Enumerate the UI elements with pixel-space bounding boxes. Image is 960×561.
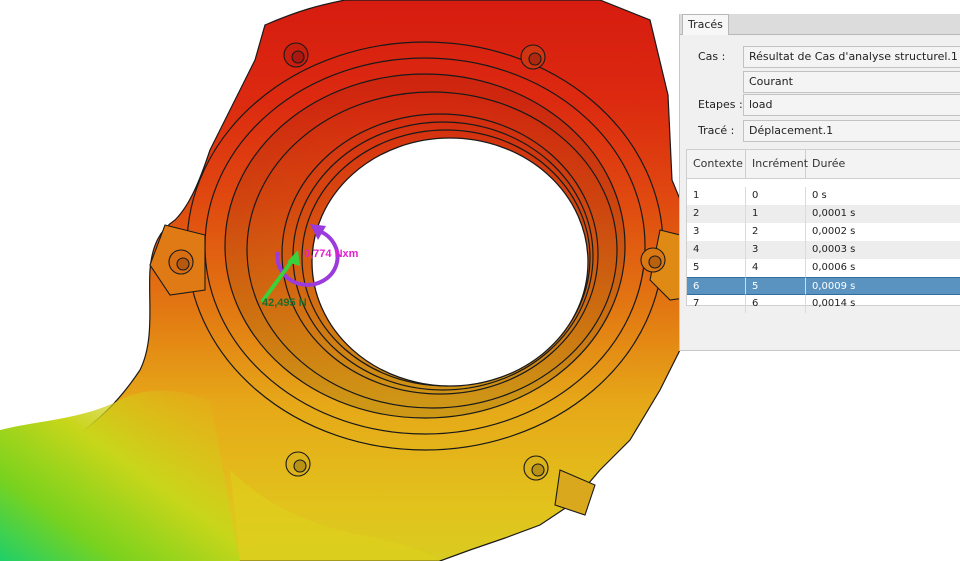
- field-state: Courant: [680, 71, 960, 93]
- table-row[interactable]: 10 0 s: [687, 187, 960, 205]
- table-row[interactable]: 3 2 0,0002 s: [687, 223, 960, 241]
- field-cas-label: Cas :: [698, 50, 726, 63]
- central-bore: [311, 137, 589, 387]
- cell-contexte: 4: [687, 241, 746, 259]
- cell-increment: 4: [746, 259, 806, 277]
- cell-increment: 0: [746, 187, 806, 205]
- cell-increment: 3: [746, 241, 806, 259]
- bolt-hole: [285, 451, 311, 477]
- cell-increment: 2: [746, 223, 806, 241]
- table-row[interactable]: 5 4 0,0006 s: [687, 259, 960, 277]
- cell-contexte: 7: [687, 295, 746, 313]
- bolt-hole: [520, 44, 546, 70]
- cell-contexte: 3: [687, 223, 746, 241]
- cell-increment: 6: [746, 295, 806, 313]
- field-cas: Cas : Résultat de Cas d'analyse structur…: [680, 46, 960, 68]
- cas-select[interactable]: Résultat de Cas d'analyse structurel.1: [743, 46, 960, 68]
- table-row[interactable]: 2 1 0,0001 s: [687, 205, 960, 223]
- state-select[interactable]: Courant: [743, 71, 960, 93]
- cell-duree: 0,0002 s: [812, 226, 856, 237]
- column-header-contexte[interactable]: Contexte: [687, 150, 746, 178]
- panel-tabstrip: Tracés: [680, 14, 960, 35]
- table-row[interactable]: 6 5 0,0009 s: [687, 277, 960, 295]
- column-header-duree[interactable]: Durée: [806, 150, 960, 178]
- table-row[interactable]: 4 3 0,0003 s: [687, 241, 960, 259]
- cell-duree: 0,0014 s: [812, 298, 856, 309]
- cell-duree: 0,0001 s: [812, 208, 856, 219]
- cell-duree: 0,0009 s: [806, 277, 960, 295]
- cell-contexte: 1: [687, 187, 746, 205]
- increment-table: Contexte Incrément Durée 10 0 s 2 1 0,0001 s…: [686, 149, 960, 313]
- bolt-hole: [283, 42, 309, 68]
- bolt-hole: [523, 455, 549, 481]
- force-label: 42,495 N: [262, 297, 307, 309]
- cell-duree: 0 s: [812, 190, 827, 201]
- column-header-increment[interactable]: Incrément: [746, 150, 808, 178]
- cell-increment: 5: [746, 277, 806, 295]
- field-etapes: Etapes : load: [680, 94, 960, 116]
- field-trace-label: Tracé :: [698, 124, 735, 137]
- cell-increment: 1: [746, 205, 806, 223]
- trace-select[interactable]: Déplacement.1: [743, 120, 960, 142]
- cell-contexte: 5: [687, 259, 746, 277]
- table-row[interactable]: 7 6 0,0014 s: [687, 295, 960, 313]
- field-etapes-label: Etapes :: [698, 98, 743, 111]
- bolt-hole: [640, 247, 666, 273]
- etapes-select[interactable]: load: [743, 94, 960, 116]
- moment-label: 0,774 Nxm: [304, 248, 359, 260]
- bolt-hole: [168, 249, 194, 275]
- tab-traces[interactable]: Tracés: [682, 14, 729, 35]
- cell-contexte: 6: [687, 277, 746, 295]
- cell-duree: 0,0003 s: [812, 244, 856, 255]
- traces-panel: Tracés Cas : Résultat de Cas d'analyse s…: [679, 14, 960, 351]
- cell-contexte: 2: [687, 205, 746, 223]
- cell-duree: 0,0006 s: [812, 262, 856, 273]
- field-trace: Tracé : Déplacement.1: [680, 120, 960, 142]
- table-header: Contexte Incrément Durée: [687, 150, 960, 179]
